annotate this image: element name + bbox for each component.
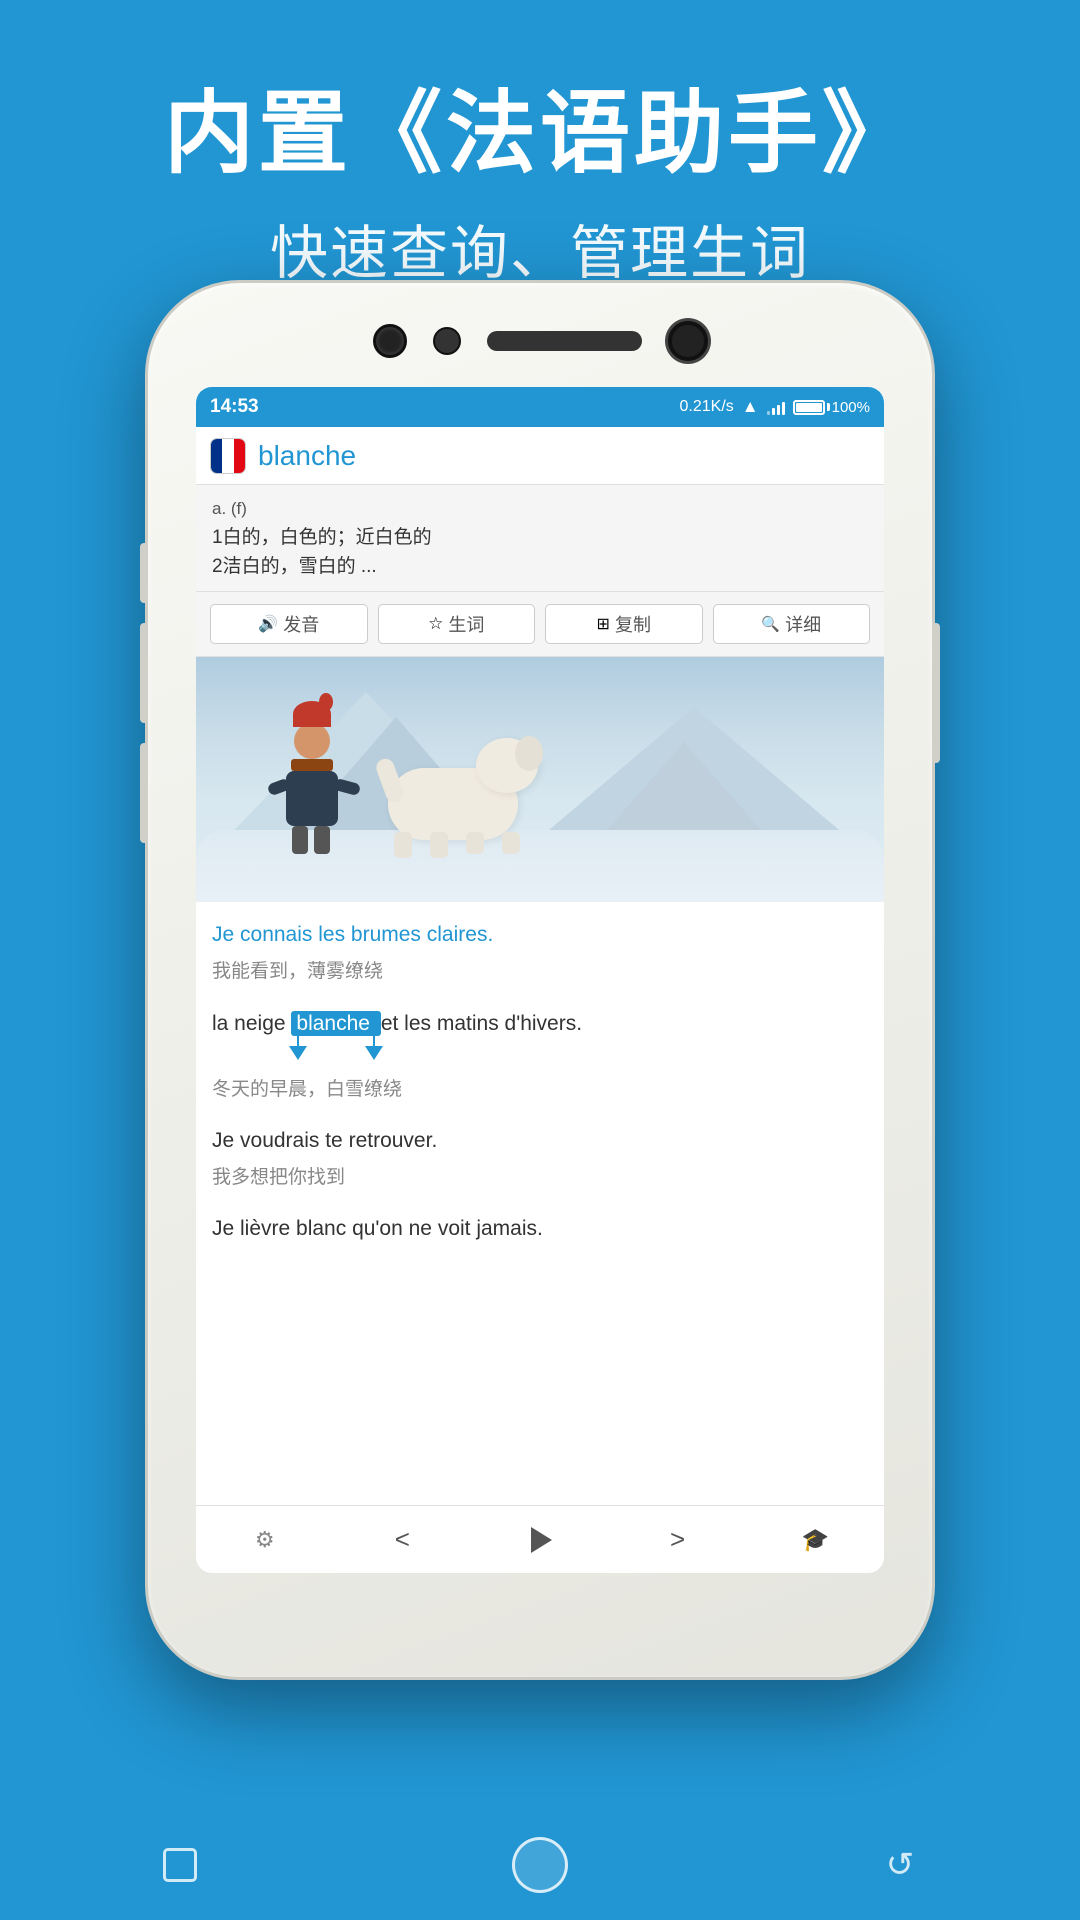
- front-camera-left: [373, 324, 407, 358]
- french-part-after: et les matins d'hivers.: [381, 1012, 582, 1035]
- app-bar-word: blanche: [258, 440, 356, 472]
- status-time: 14:53: [210, 396, 259, 418]
- pronounce-label: 发音: [283, 611, 319, 637]
- chinese-translation-1: 我能看到，薄雾缭绕: [212, 958, 868, 987]
- android-back-button[interactable]: ↺: [860, 1825, 940, 1905]
- wifi-icon: ▲: [742, 397, 759, 417]
- status-right: 0.21K/s ▲ 100%: [680, 397, 870, 417]
- bottom-nav: ⚙ < > 🎓: [196, 1505, 884, 1573]
- android-recents-button[interactable]: [140, 1825, 220, 1905]
- highlighted-word: blanche: [291, 1011, 380, 1036]
- phone-shell: 14:53 0.21K/s ▲ 100%: [145, 280, 935, 1680]
- phone-top-bar: [148, 321, 932, 361]
- forward-chevron-icon: >: [670, 1524, 685, 1555]
- detail-label: 详细: [785, 611, 821, 637]
- android-home-button[interactable]: [500, 1825, 580, 1905]
- pronounce-button[interactable]: 🔊 发音: [210, 604, 368, 644]
- content-area[interactable]: Je connais les brumes claires. 我能看到，薄雾缭绕…: [196, 902, 884, 1505]
- settings-icon: ⚙: [255, 1527, 275, 1553]
- chinese-translation-2: 冬天的早晨，白雪缭绕: [212, 1076, 868, 1105]
- def-line1: 1白的，白色的；近白色的: [212, 524, 868, 553]
- copy-icon: ⊞: [597, 614, 610, 634]
- french-sentence-2: la neige blanche et les matins d'hivers.: [212, 1006, 582, 1042]
- status-bar: 14:53 0.21K/s ▲ 100%: [196, 387, 884, 427]
- signal-bars: [767, 400, 785, 415]
- cursor-right-handle: [365, 1029, 383, 1060]
- play-triangle-icon: [531, 1527, 552, 1553]
- sentence-row-3: Je voudrais te retrouver. 我多想把你找到: [196, 1114, 884, 1202]
- page-background: 内置《法语助手》 快速查询、管理生词 14:53 0.21K/s ▲: [0, 0, 1080, 1920]
- definition-panel: a. (f) 1白的，白色的；近白色的 2洁白的，雪白的 ...: [196, 485, 884, 592]
- android-nav-bar: ↺: [0, 1810, 1080, 1920]
- french-part-before: la neige: [212, 1012, 291, 1035]
- back-chevron-icon: <: [395, 1524, 410, 1555]
- app-icon: [210, 438, 246, 474]
- vocab-button[interactable]: ☆ 生词: [378, 604, 536, 644]
- copy-button[interactable]: ⊞ 复制: [545, 604, 703, 644]
- copy-label: 复制: [615, 611, 651, 637]
- android-home-icon: [512, 1837, 568, 1893]
- french-sentence-4: Je lièvre blanc qu'on ne voit jamais.: [212, 1212, 868, 1246]
- sentence-row-2: la neige blanche et les matins d'hivers.: [196, 996, 884, 1114]
- android-recents-icon: [163, 1848, 197, 1882]
- battery-pct: 100%: [832, 399, 870, 416]
- phone-speaker: [487, 331, 642, 351]
- action-buttons-row: 🔊 发音 ☆ 生词 ⊞ 复制 🔍 详细: [196, 592, 884, 657]
- detail-button[interactable]: 🔍 详细: [713, 604, 871, 644]
- chinese-translation-3: 我多想把你找到: [212, 1164, 868, 1193]
- volume-icon: 🔊: [258, 614, 278, 634]
- android-back-icon: ↺: [886, 1845, 915, 1885]
- french-sentence-1: Je connais les brumes claires.: [212, 918, 868, 952]
- settings-nav-button[interactable]: ⚙: [237, 1515, 292, 1565]
- study-nav-button[interactable]: 🎓: [788, 1515, 843, 1565]
- star-icon: ☆: [428, 614, 443, 634]
- def-line2: 2洁白的，雪白的 ...: [212, 553, 868, 582]
- def-pos: a. (f): [212, 499, 868, 519]
- image-area: [196, 657, 884, 902]
- back-nav-button[interactable]: <: [375, 1515, 430, 1565]
- front-camera-left2: [433, 327, 461, 355]
- graduate-icon: 🎓: [801, 1527, 828, 1553]
- french-sentence-3: Je voudrais te retrouver.: [212, 1124, 868, 1158]
- kid-figure: [286, 701, 338, 854]
- cursor-left-handle: [289, 1029, 307, 1060]
- status-speed: 0.21K/s: [680, 398, 734, 416]
- play-nav-button[interactable]: [512, 1515, 567, 1565]
- front-camera-right: [668, 321, 708, 361]
- battery: 100%: [793, 399, 870, 416]
- page-title: 内置《法语助手》: [0, 80, 1080, 188]
- vocab-label: 生词: [448, 611, 484, 637]
- sentence-row-1: Je connais les brumes claires. 我能看到，薄雾缭绕: [196, 902, 884, 996]
- app-bar: blanche: [196, 427, 884, 485]
- dog-figure: [376, 728, 546, 858]
- page-header: 内置《法语助手》 快速查询、管理生词: [0, 0, 1080, 290]
- forward-nav-button[interactable]: >: [650, 1515, 705, 1565]
- sentence-row-4: Je lièvre blanc qu'on ne voit jamais.: [196, 1202, 884, 1256]
- page-subtitle: 快速查询、管理生词: [0, 206, 1080, 290]
- detail-search-icon: 🔍: [761, 615, 780, 633]
- phone-screen: 14:53 0.21K/s ▲ 100%: [196, 387, 884, 1573]
